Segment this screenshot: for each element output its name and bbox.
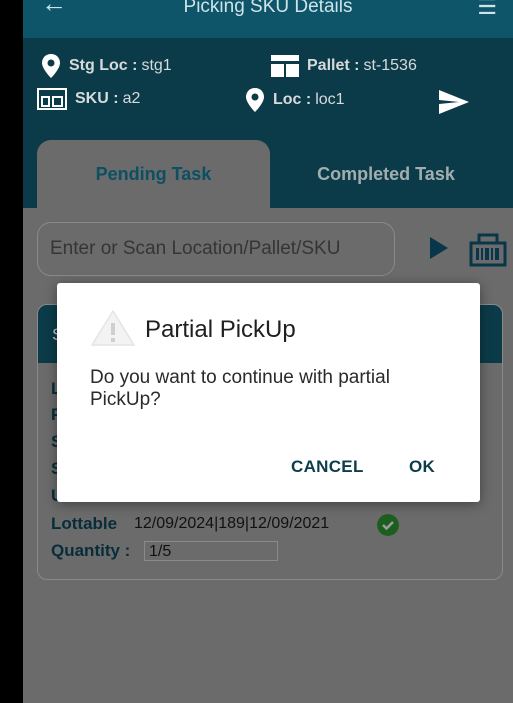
tab-completed-task[interactable]: Completed Task — [273, 140, 499, 208]
sku-icon — [37, 88, 67, 110]
search-input[interactable] — [37, 222, 395, 276]
sku-value: a2 — [122, 90, 141, 107]
tab-pending-task[interactable]: Pending Task — [37, 140, 270, 208]
check-circle-icon — [377, 514, 399, 536]
play-icon[interactable] — [430, 237, 448, 259]
pallet-value: st-1536 — [363, 57, 417, 74]
quantity-label: Quantity : — [51, 541, 131, 560]
barcode-scanner-icon[interactable] — [469, 233, 507, 267]
pallet-label: Pallet : — [307, 57, 360, 74]
pallet-row: Pallet : st-1536 — [271, 55, 417, 77]
stg-loc-label: Stg Loc : — [69, 57, 138, 74]
loc-label: Loc : — [273, 91, 312, 108]
pallet-icon — [271, 55, 299, 77]
cancel-button[interactable]: CANCEL — [291, 457, 364, 477]
list-menu-icon[interactable]: ☰ — [477, 0, 497, 20]
sku-label: SKU : — [75, 90, 119, 107]
ok-button[interactable]: OK — [409, 457, 435, 477]
location-pin-icon — [246, 88, 264, 112]
app-bar-title: Picking SKU Details — [183, 0, 353, 17]
warning-icon — [91, 310, 135, 346]
loc-row: Loc : loc1 — [245, 88, 345, 112]
app-bar: ← Picking SKU Details ☰ — [23, 0, 513, 38]
stg-loc-row: Stg Loc : stg1 — [41, 54, 172, 78]
send-icon[interactable] — [439, 90, 469, 114]
info-panel: Stg Loc : stg1 Pallet : st-1536 SKU : a2 Lo… — [23, 38, 513, 208]
quantity-value: 1/5 — [144, 541, 278, 561]
dialog-message: Do you want to continue with partial Pic… — [90, 367, 390, 410]
partial-pickup-dialog: Partial PickUp Do you want to continue w… — [57, 283, 480, 502]
dialog-title: Partial PickUp — [145, 316, 296, 343]
stg-loc-value: stg1 — [141, 57, 172, 74]
lottable-label: Lottable — [51, 514, 118, 533]
loc-value: loc1 — [315, 91, 345, 108]
lottable-value: 12/09/2024|189|12/09/2021 — [134, 515, 330, 532]
location-pin-icon — [42, 54, 60, 78]
sku-row: SKU : a2 — [37, 88, 140, 110]
